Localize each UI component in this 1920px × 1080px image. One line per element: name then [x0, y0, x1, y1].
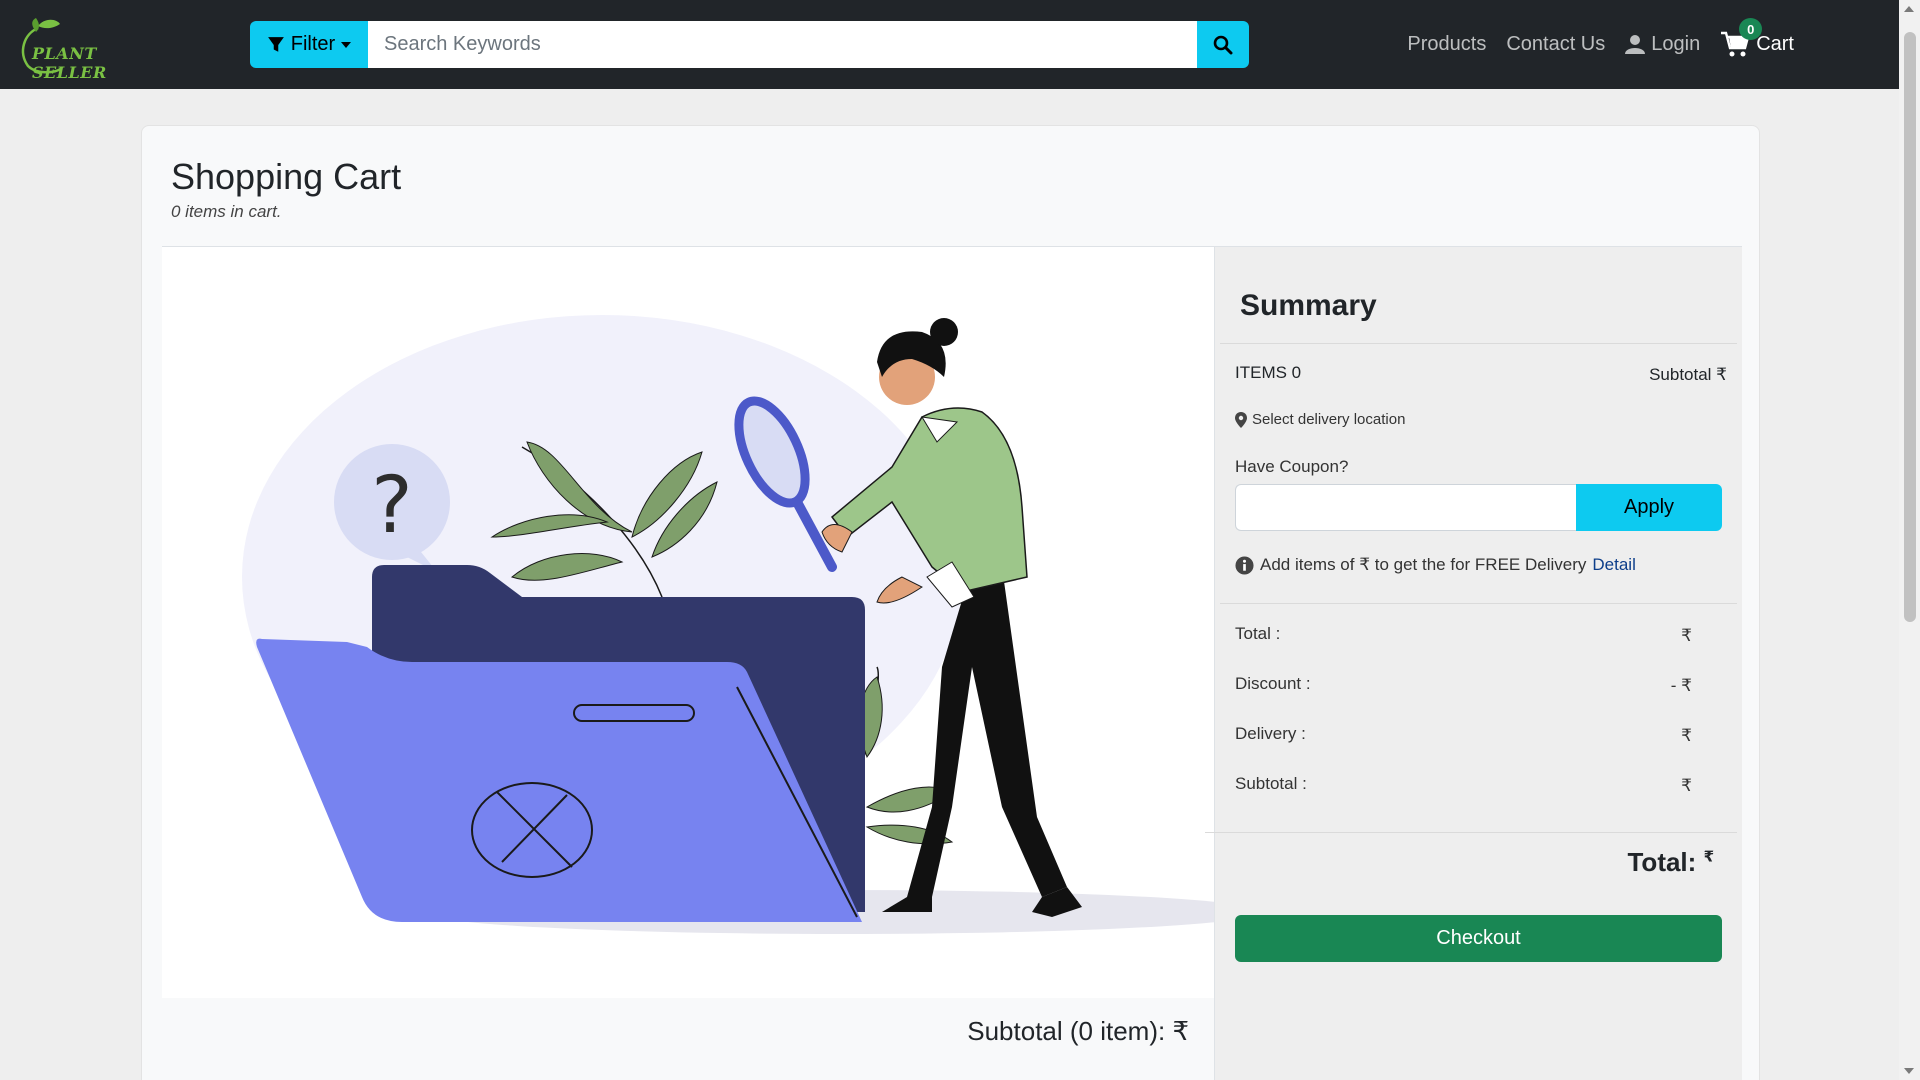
caret-down-icon [341, 41, 352, 48]
page-scrollbar[interactable] [1899, 0, 1920, 1080]
delivery-label: Delivery : [1235, 724, 1306, 743]
coupon-input[interactable] [1235, 484, 1576, 531]
divider [1220, 603, 1737, 604]
scroll-up-arrow-icon[interactable] [1904, 6, 1914, 12]
subtotal-label: Subtotal : [1235, 774, 1307, 793]
items-count: ITEMS 0 [1235, 363, 1302, 382]
scroll-thumb[interactable] [1904, 32, 1916, 622]
free-delivery-text: Add items of ₹ to get the for FREE Deliv… [1260, 555, 1587, 574]
search-button[interactable] [1197, 21, 1249, 68]
empty-cart-illustration: ? [242, 315, 1262, 934]
navbar: PLANT SELLER Filter Products Contact Us … [0, 0, 1899, 89]
search-icon [1213, 35, 1233, 54]
nav-contact-us[interactable]: Contact Us [1506, 33, 1605, 56]
plant-seller-logo[interactable]: PLANT SELLER [16, 16, 156, 82]
divider [1220, 343, 1737, 344]
total-label: Total : [1235, 624, 1281, 643]
grand-total-label: Total: [1627, 847, 1697, 877]
filter-button[interactable]: Filter [250, 21, 368, 68]
nav-login[interactable]: Login [1625, 33, 1700, 56]
coupon-label: Have Coupon? [1235, 457, 1349, 476]
divider [1205, 832, 1737, 833]
subtotal-value: ₹ [1681, 776, 1692, 795]
bottom-subtotal: Subtotal (0 item): ₹ [967, 1016, 1189, 1046]
search-group: Filter [250, 21, 1249, 68]
filter-icon [267, 36, 284, 52]
svg-text:?: ? [371, 461, 412, 551]
cart-card: Shopping Cart 0 items in cart. ? Subtota… [141, 125, 1760, 1080]
discount-value: - ₹ [1670, 676, 1692, 695]
grand-total: Total: ₹ [1627, 847, 1714, 878]
select-delivery-location-label: Select delivery location [1252, 411, 1406, 428]
info-icon [1235, 555, 1254, 575]
summary-title: Summary [1240, 289, 1377, 322]
logo-text: PLANT SELLER [32, 44, 107, 82]
search-input[interactable] [368, 21, 1197, 68]
total-value: ₹ [1681, 626, 1692, 645]
detail-link[interactable]: Detail [1592, 555, 1635, 575]
nav-products[interactable]: Products [1407, 33, 1486, 56]
checkout-button[interactable]: Checkout [1235, 915, 1722, 962]
page-title: Shopping Cart [171, 156, 402, 197]
scroll-down-arrow-icon[interactable] [1904, 1068, 1914, 1074]
cart-label: Cart [1756, 32, 1794, 55]
nav-cart[interactable]: 0 Cart [1720, 18, 1794, 58]
order-summary-panel: Summary ITEMS 0 Subtotal ₹ Select delive… [1205, 246, 1742, 1080]
select-delivery-location[interactable]: Select delivery location [1235, 411, 1405, 428]
free-delivery-notice: Add items of ₹ to get the for FREE Deliv… [1235, 555, 1636, 575]
summary-subtotal-header: Subtotal ₹ [1649, 365, 1727, 384]
delivery-value: ₹ [1681, 726, 1692, 745]
grand-total-currency: ₹ [1703, 848, 1714, 866]
apply-coupon-button[interactable]: Apply [1576, 484, 1722, 531]
discount-label: Discount : [1235, 674, 1311, 693]
map-marker-icon [1235, 411, 1247, 428]
empty-cart-illustration-panel: ? [162, 246, 1262, 998]
filter-label: Filter [290, 33, 336, 55]
login-label: Login [1651, 32, 1701, 55]
cart-item-count: 0 items in cart. [171, 202, 282, 221]
user-icon [1625, 35, 1646, 54]
nav-links: Products Contact Us Login 0 Cart [1407, 18, 1794, 58]
